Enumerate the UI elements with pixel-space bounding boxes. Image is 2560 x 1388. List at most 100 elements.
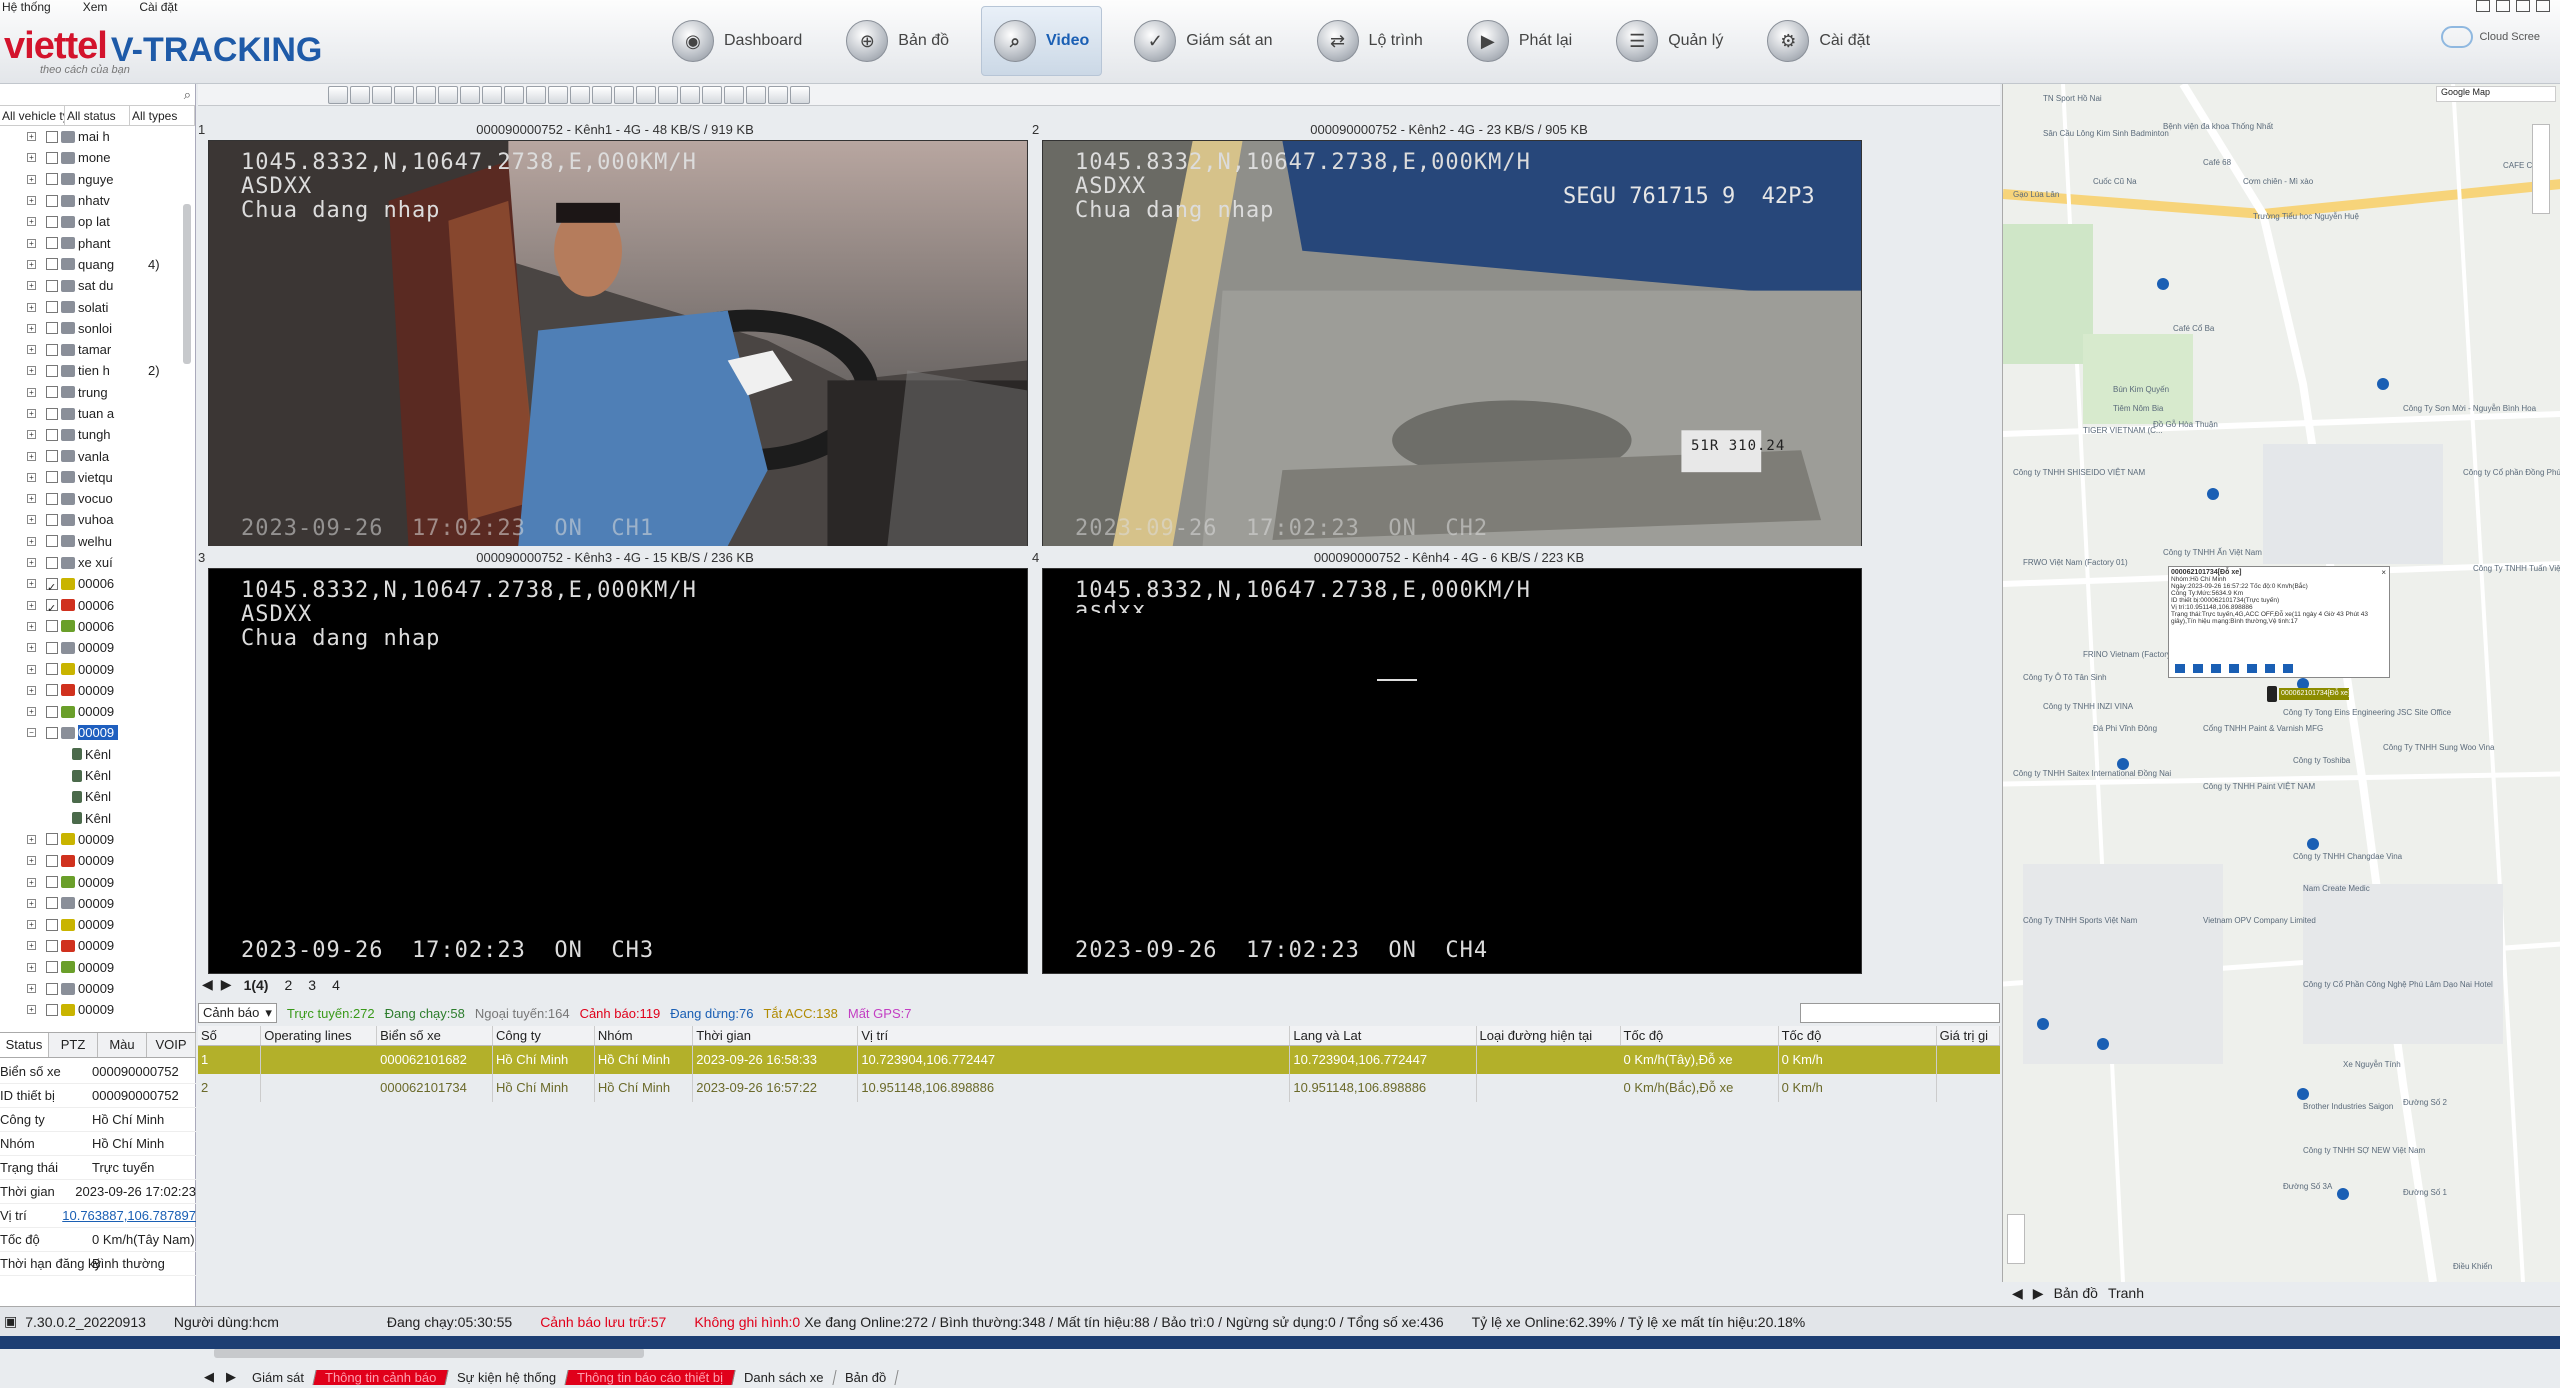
tree-vehicle[interactable]: + nhatv: [0, 190, 195, 211]
expand-icon[interactable]: +: [27, 196, 36, 206]
talk-icon[interactable]: [2211, 664, 2221, 673]
expand-icon[interactable]: +: [27, 302, 36, 312]
expand-icon[interactable]: +: [27, 217, 36, 227]
tree-vehicle[interactable]: +00006: [0, 573, 195, 594]
expand-icon[interactable]: +: [27, 984, 36, 994]
layout-9-icon[interactable]: [438, 85, 458, 104]
tree-scrollbar[interactable]: [183, 204, 191, 364]
bottom-tab[interactable]: Thông tin cảnh báo: [313, 1369, 449, 1385]
track-icon[interactable]: [2175, 664, 2185, 673]
expand-icon[interactable]: +: [27, 409, 36, 418]
page-1[interactable]: 1(4): [240, 977, 273, 993]
column-header[interactable]: Giá trị gi: [1937, 1026, 2000, 1045]
tree-checkbox[interactable]: [46, 535, 58, 548]
gps-lost-count[interactable]: Mất GPS:7: [848, 1006, 912, 1021]
search-icon[interactable]: ⌕: [184, 87, 191, 103]
table-row[interactable]: 2 000062101734 Hồ Chí Minh Hồ Chí Minh 2023-…: [198, 1074, 2000, 1102]
expand-icon[interactable]: +: [27, 856, 36, 866]
column-header[interactable]: Operating lines: [261, 1026, 378, 1045]
tree-vehicle[interactable]: + vietqu: [0, 467, 195, 488]
expand-icon[interactable]: +: [27, 962, 36, 972]
tree-vehicle[interactable]: + tien h 2): [0, 360, 195, 381]
tree-channel[interactable]: Kênl: [0, 744, 195, 765]
tree-vehicle[interactable]: +00009: [0, 637, 195, 658]
map-controls[interactable]: [2532, 124, 2550, 214]
expand-icon[interactable]: −: [27, 728, 36, 738]
tree-checkbox[interactable]: [46, 194, 58, 207]
file-icon[interactable]: [724, 85, 744, 104]
nav-settings[interactable]: ⚙ Cài đặt: [1755, 6, 1882, 76]
video-cell-2[interactable]: SEGU 761715 9 42P3 51R 310.24 1045.8332,…: [1042, 140, 1862, 546]
video-action-icon[interactable]: [2193, 664, 2203, 673]
page-2[interactable]: 2: [280, 977, 296, 993]
vehicle-marker-icon[interactable]: [2267, 686, 2277, 702]
menu-view[interactable]: Xem: [83, 0, 108, 14]
expand-icon[interactable]: +: [27, 834, 36, 844]
tree-vehicle[interactable]: +00009: [0, 871, 195, 892]
map-tab-map[interactable]: Bản đồ: [2054, 1285, 2098, 1301]
map-source-select[interactable]: Google Map: [2436, 86, 2556, 102]
tree-vehicle[interactable]: +00009: [0, 850, 195, 871]
video-cell-1[interactable]: 1045.8332,N,10647.2738,E,000KM/H ASDXX C…: [208, 140, 1028, 546]
tree-checkbox[interactable]: [46, 471, 58, 484]
layout-6-icon[interactable]: [394, 85, 414, 104]
grid-hscrollbar[interactable]: [214, 1348, 644, 1358]
expand-icon[interactable]: +: [27, 345, 36, 355]
nav-route[interactable]: ⇄ Lộ trình: [1305, 6, 1435, 76]
column-header[interactable]: Công ty: [493, 1026, 595, 1045]
message-icon[interactable]: [2247, 664, 2257, 673]
tree-checkbox[interactable]: [46, 364, 58, 377]
tree-checkbox[interactable]: [46, 918, 58, 931]
tree-checkbox[interactable]: [46, 322, 58, 335]
filter-vehicle-type[interactable]: All vehicle type: [0, 106, 65, 125]
video-cell-3[interactable]: 1045.8332,N,10647.2738,E,000KM/H ASDXX C…: [208, 568, 1028, 974]
tree-vehicle[interactable]: + welhu: [0, 531, 195, 552]
tree-vehicle[interactable]: + solati: [0, 296, 195, 317]
nav-playback[interactable]: ▶ Phát lại: [1455, 6, 1584, 76]
layout-1-icon[interactable]: [328, 85, 348, 104]
tree-checkbox[interactable]: [46, 407, 58, 420]
map-panel[interactable]: TN Sport Hồ Nai Bệnh viện đa khoa Thống N…: [2002, 84, 2560, 1282]
tree-checkbox[interactable]: [46, 343, 58, 356]
tree-checkbox[interactable]: [46, 939, 58, 952]
layout-8-icon[interactable]: [416, 85, 436, 104]
expand-icon[interactable]: +: [27, 600, 36, 610]
expand-icon[interactable]: +: [27, 472, 36, 482]
tree-vehicle[interactable]: +00009: [0, 680, 195, 701]
next-tab-icon[interactable]: ▶: [220, 1369, 242, 1385]
play-icon[interactable]: [658, 85, 678, 104]
tree-checkbox[interactable]: [46, 599, 58, 612]
record-icon[interactable]: [570, 85, 590, 104]
expand-icon[interactable]: +: [27, 558, 36, 568]
tree-checkbox[interactable]: [46, 726, 58, 739]
snapshot-action-icon[interactable]: [2229, 664, 2239, 673]
tree-vehicle[interactable]: + quang 4): [0, 254, 195, 275]
table-row[interactable]: 1 000062101682 Hồ Chí Minh Hồ Chí Minh 2023-…: [198, 1046, 2000, 1074]
bottom-tab[interactable]: Sự kiện hệ thống: [445, 1369, 569, 1385]
tree-vehicle[interactable]: +00006: [0, 595, 195, 616]
tree-channel[interactable]: Kênl: [0, 808, 195, 829]
tab-status[interactable]: Status: [0, 1033, 49, 1057]
expand-icon[interactable]: [790, 85, 810, 104]
nav-manage[interactable]: ☰ Quản lý: [1604, 6, 1735, 76]
layout-2-icon[interactable]: [350, 85, 370, 104]
column-header[interactable]: Tốc độ: [1621, 1026, 1779, 1045]
video-cell-4[interactable]: 1045.8332,N,10647.2738,E,000KM/H asdxx 2…: [1042, 568, 1862, 974]
running-count[interactable]: Đang chạy:58: [385, 1006, 465, 1021]
snapshot-icon[interactable]: [592, 85, 612, 104]
nav-dashboard[interactable]: ◉ Dashboard: [660, 6, 814, 76]
tree-vehicle[interactable]: +00009: [0, 829, 195, 850]
tab-ptz[interactable]: PTZ: [49, 1033, 98, 1057]
page-3[interactable]: 3: [304, 977, 320, 993]
column-header[interactable]: Loại đường hiện tại: [1477, 1026, 1621, 1045]
tree-vehicle[interactable]: + vocuo: [0, 488, 195, 509]
tree-vehicle[interactable]: + mone: [0, 147, 195, 168]
tree-vehicle[interactable]: +00009: [0, 893, 195, 914]
acc-count[interactable]: Tắt ACC:138: [763, 1006, 837, 1021]
tree-checkbox[interactable]: [46, 684, 58, 697]
column-header[interactable]: Tốc độ: [1779, 1026, 1937, 1045]
expand-icon[interactable]: +: [27, 536, 36, 546]
nav-video[interactable]: ⌕ Video: [981, 6, 1103, 76]
expand-icon[interactable]: +: [27, 621, 36, 631]
alert-dropdown[interactable]: Cảnh báo ▾: [198, 1003, 277, 1023]
